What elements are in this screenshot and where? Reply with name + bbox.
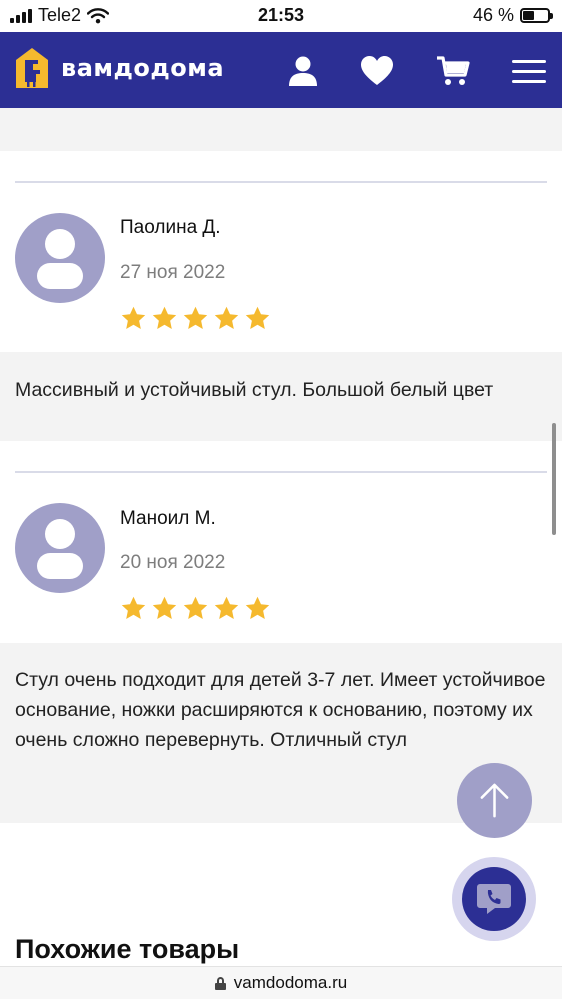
url-text: vamdodoma.ru — [233, 973, 348, 992]
review-text: Стул очень подходит для детей 3-7 лет. И… — [15, 669, 546, 751]
review-author: Паолина Д. — [120, 217, 221, 238]
star-icon — [152, 596, 177, 619]
menu-icon[interactable] — [511, 54, 547, 88]
star-icon — [245, 306, 270, 329]
brand-name: вамдодома — [61, 54, 225, 82]
divider — [15, 471, 547, 473]
previous-review-text-panel — [0, 108, 562, 151]
logo-house-icon — [16, 48, 48, 88]
lock-icon — [214, 976, 226, 990]
arrow-up-icon — [480, 783, 509, 818]
review-date: 27 ноя 2022 — [120, 262, 226, 283]
star-icon — [245, 596, 270, 619]
rating-stars — [120, 305, 271, 332]
avatar — [15, 503, 105, 593]
scroll-to-top-button[interactable] — [457, 763, 532, 838]
section-title: Похожие товары — [15, 934, 240, 964]
chat-phone-icon — [477, 884, 511, 914]
review-author: Маноил М. — [120, 508, 216, 529]
status-bar: Tele2 21:53 46 % — [0, 0, 562, 32]
user-icon[interactable] — [286, 54, 320, 88]
avatar — [15, 213, 105, 303]
browser-address-bar[interactable]: vamdodoma.ru — [0, 966, 562, 999]
battery-percent: 46 % — [472, 5, 514, 25]
review-date: 20 ноя 2022 — [120, 552, 226, 573]
review-text: Массивный и устойчивый стул. Большой бел… — [15, 379, 494, 401]
divider — [15, 181, 547, 183]
star-icon — [214, 306, 239, 329]
star-icon — [214, 596, 239, 619]
star-icon — [121, 306, 146, 329]
battery-icon — [520, 8, 553, 23]
chat-button[interactable] — [452, 857, 536, 941]
logo[interactable]: вамдодома — [14, 46, 224, 90]
star-icon — [121, 596, 146, 619]
heart-icon[interactable] — [360, 54, 394, 88]
star-icon — [183, 306, 208, 329]
star-icon — [152, 306, 177, 329]
scrollbar[interactable] — [552, 423, 556, 535]
site-header: вамдодома — [0, 32, 562, 108]
star-icon — [183, 596, 208, 619]
rating-stars — [120, 595, 271, 622]
cart-icon[interactable] — [436, 54, 470, 88]
